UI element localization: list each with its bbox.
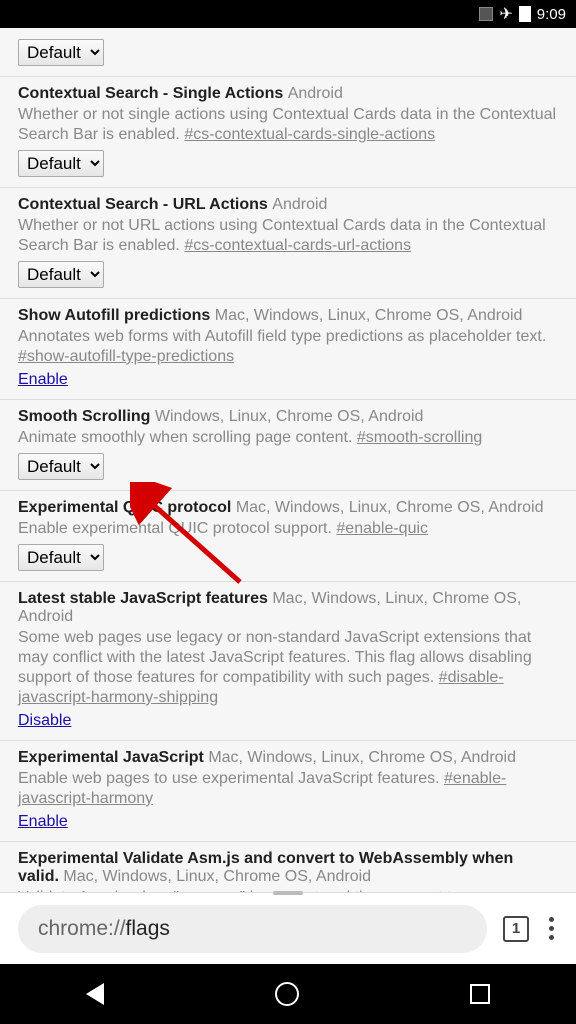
- flag-platforms: Mac, Windows, Linux, Chrome OS, Android: [215, 307, 523, 324]
- flag-description: Animate smoothly when scrolling page con…: [18, 428, 558, 448]
- flag-entry: Experimental JavaScript Mac, Windows, Li…: [0, 741, 576, 842]
- tab-switcher-button[interactable]: 1: [503, 916, 529, 942]
- flag-description: Enable web pages to use experimental Jav…: [18, 769, 558, 809]
- square-recents-icon: [470, 984, 490, 1004]
- enable-link[interactable]: Enable: [18, 813, 68, 831]
- dot-icon: [549, 926, 554, 931]
- flag-hash-link[interactable]: #enable-quic: [336, 520, 428, 537]
- flag-entry: Smooth Scrolling Windows, Linux, Chrome …: [0, 400, 576, 491]
- back-button[interactable]: [86, 983, 104, 1005]
- recents-button[interactable]: [470, 984, 490, 1004]
- airplane-mode-icon: ✈: [499, 4, 512, 24]
- flag-entry: Show Autofill predictions Mac, Windows, …: [0, 299, 576, 400]
- flag-platforms: Mac, Windows, Linux, Chrome OS, Android: [63, 868, 371, 885]
- flag-title: Smooth Scrolling: [18, 408, 155, 425]
- omnibox[interactable]: chrome://flags: [18, 905, 487, 953]
- flag-description: Annotates web forms with Autofill field …: [18, 327, 558, 367]
- flag-title: Experimental JavaScript: [18, 749, 208, 766]
- flag-platforms: Android: [288, 85, 343, 102]
- clock: 9:09: [537, 6, 566, 23]
- flag-title: Show Autofill predictions: [18, 307, 215, 324]
- flag-title: Contextual Search - URL Actions: [18, 196, 272, 213]
- overflow-menu-button[interactable]: [545, 917, 558, 940]
- url-path: flags: [126, 917, 170, 941]
- flag-entry: Latest stable JavaScript features Mac, W…: [0, 582, 576, 741]
- url-prefix: chrome://: [38, 917, 126, 941]
- flag-hash-link[interactable]: #show-autofill-type-predictions: [18, 348, 234, 365]
- system-nav-bar: [0, 964, 576, 1024]
- flag-select[interactable]: Default: [18, 39, 104, 66]
- flag-entry: Contextual Search - URL Actions Android W…: [0, 188, 576, 299]
- triangle-back-icon: [86, 983, 104, 1005]
- flag-select[interactable]: Default: [18, 544, 104, 571]
- flag-title: Contextual Search - Single Actions: [18, 85, 288, 102]
- flag-hash-link[interactable]: #smooth-scrolling: [357, 429, 482, 446]
- flag-entry: Contextual Search - Single Actions Andro…: [0, 77, 576, 188]
- flag-hash-link[interactable]: #cs-contextual-cards-single-actions: [184, 126, 435, 143]
- flag-entry: Default: [0, 28, 576, 77]
- flag-platforms: Windows, Linux, Chrome OS, Android: [155, 408, 424, 425]
- disable-link[interactable]: Disable: [18, 712, 71, 730]
- home-button[interactable]: [275, 982, 299, 1006]
- flag-select[interactable]: Default: [18, 261, 104, 288]
- dot-icon: [549, 917, 554, 922]
- browser-toolbar: chrome://flags 1: [0, 892, 576, 964]
- flag-platforms: Mac, Windows, Linux, Chrome OS, Android: [208, 749, 516, 766]
- grab-handle-icon[interactable]: [273, 891, 303, 895]
- no-sim-icon: [479, 7, 493, 21]
- flag-select[interactable]: Default: [18, 453, 104, 480]
- flag-title: Latest stable JavaScript features: [18, 590, 272, 607]
- flag-description: Enable experimental QUIC protocol suppor…: [18, 519, 558, 539]
- flag-select[interactable]: Default: [18, 150, 104, 177]
- flag-entry: Experimental QUIC protocol Mac, Windows,…: [0, 491, 576, 582]
- page-content[interactable]: DefaultContextual Search - Single Action…: [0, 28, 576, 892]
- status-bar: ✈ 9:09: [0, 0, 576, 28]
- flag-description: Whether or not single actions using Cont…: [18, 105, 558, 145]
- battery-icon: [519, 6, 531, 22]
- enable-link[interactable]: Enable: [18, 371, 68, 389]
- flag-hash-link[interactable]: #cs-contextual-cards-url-actions: [184, 237, 411, 254]
- flag-description: Some web pages use legacy or non-standar…: [18, 628, 558, 708]
- flag-entry: Experimental Validate Asm.js and convert…: [0, 842, 576, 892]
- flag-platforms: Mac, Windows, Linux, Chrome OS, Android: [236, 499, 544, 516]
- dot-icon: [549, 935, 554, 940]
- tab-count: 1: [512, 920, 520, 937]
- flag-title: Experimental QUIC protocol: [18, 499, 236, 516]
- circle-home-icon: [275, 982, 299, 1006]
- flag-description: Whether or not URL actions using Context…: [18, 216, 558, 256]
- flag-platforms: Android: [272, 196, 327, 213]
